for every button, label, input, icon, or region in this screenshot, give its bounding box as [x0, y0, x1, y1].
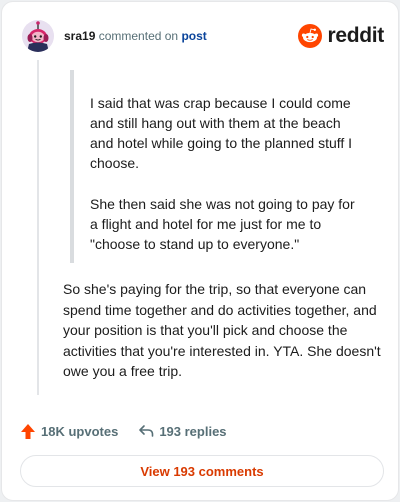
quote-paragraph: She then said she was not going to pay f… [90, 196, 355, 252]
comment-header: sra19 commented on post reddit [22, 20, 384, 52]
user-avatar[interactable] [22, 20, 54, 52]
username-link[interactable]: sra19 [64, 29, 95, 43]
commented-on-text: commented on [98, 29, 179, 43]
quote-paragraph: I said that was crap because I could com… [90, 95, 353, 171]
thread-line[interactable] [37, 60, 39, 395]
view-comments-button[interactable]: View 193 comments [20, 455, 384, 487]
reddit-logo[interactable]: reddit [298, 22, 384, 50]
comment-byline: sra19 commented on post [64, 28, 207, 44]
upvote-label: 18K upvotes [41, 423, 119, 439]
quoted-text-block: I said that was crap because I could com… [70, 70, 370, 263]
upvote-count[interactable]: 18K upvotes [20, 423, 118, 440]
replies-label: 193 replies [159, 423, 227, 439]
reply-count[interactable]: 193 replies [138, 423, 227, 439]
post-link[interactable]: post [181, 29, 206, 43]
reddit-snoo-icon [298, 24, 323, 48]
upvote-arrow-icon [21, 423, 35, 439]
reddit-wordmark: reddit [327, 24, 384, 47]
comment-body: So she's paying for the trip, so that ev… [63, 281, 381, 379]
reply-arrow-icon [139, 425, 154, 437]
comment-stats: 18K upvotes 193 replies [20, 420, 227, 442]
comment-card: sra19 commented on post reddit I said th… [1, 1, 399, 501]
